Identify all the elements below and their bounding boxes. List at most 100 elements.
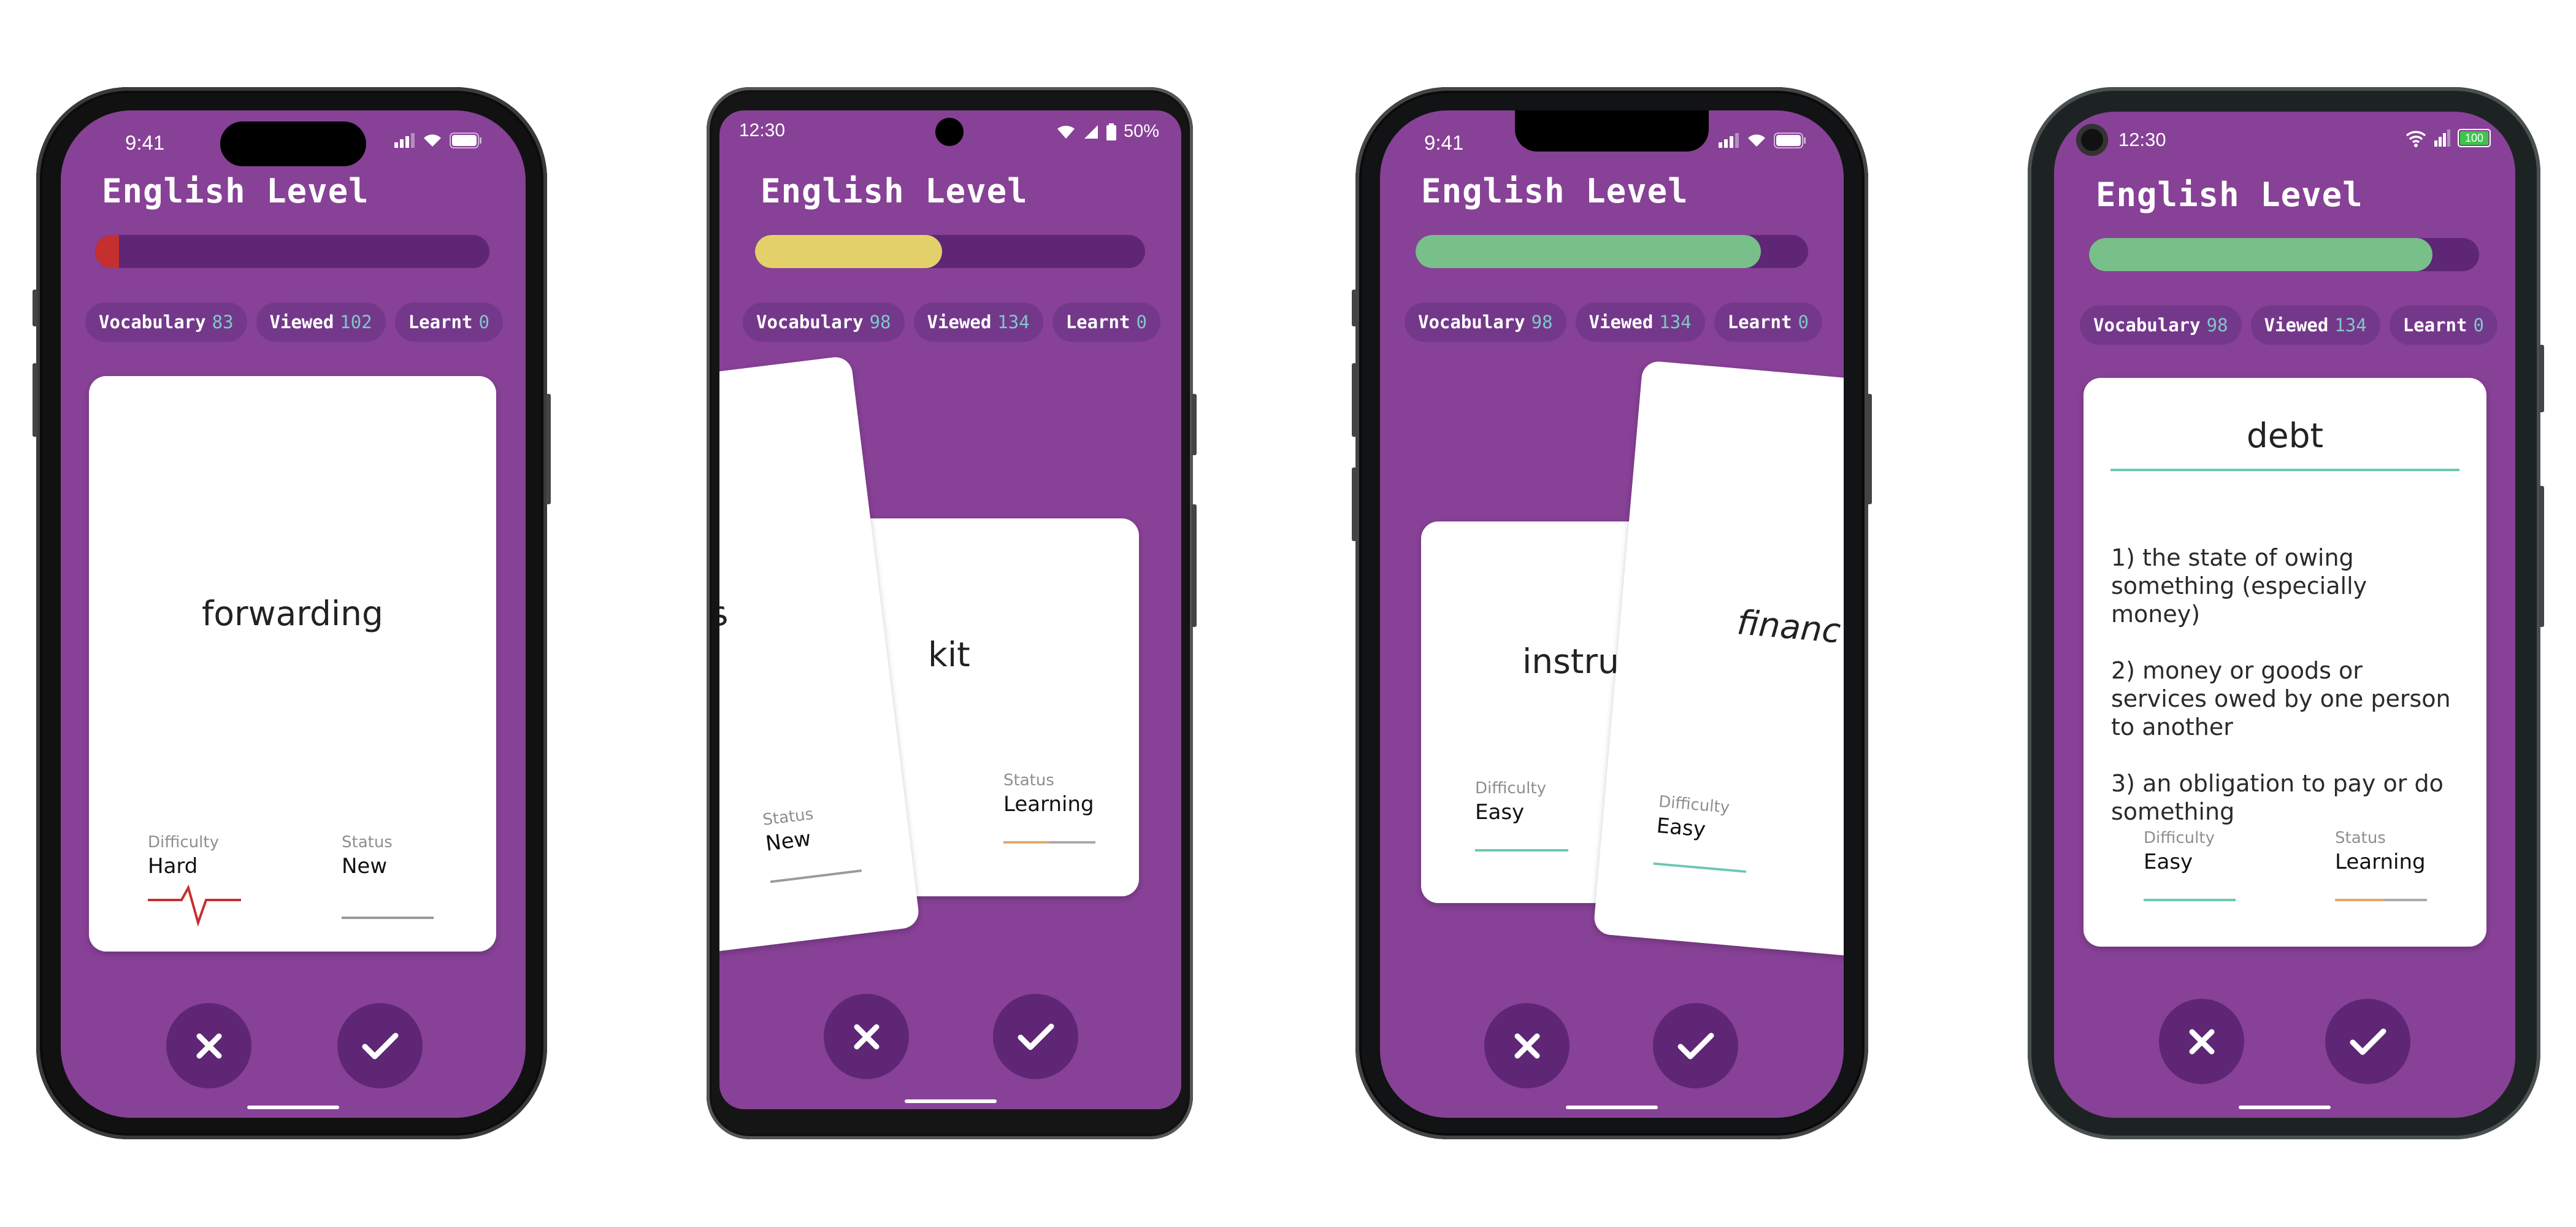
- card-word: debt: [2246, 416, 2324, 455]
- stat-chip-vocabulary[interactable]: Vocabulary 83: [85, 302, 247, 342]
- accept-button[interactable]: [337, 1003, 423, 1088]
- page-title: English Level: [761, 172, 1028, 210]
- wifi-icon: [424, 134, 441, 147]
- status-value: New: [342, 854, 388, 879]
- wifi-icon: [2405, 131, 2426, 147]
- progress-fill: [755, 235, 943, 268]
- home-indicator[interactable]: [1566, 1106, 1658, 1109]
- stat-value: 98: [869, 312, 891, 333]
- stat-label: Viewed: [927, 312, 992, 333]
- stats-row: Vocabulary 98 Viewed 134 Learnt 0: [2080, 306, 2497, 345]
- definition-item: 3) an obligation to pay or do something: [2111, 770, 2444, 825]
- signal-icon: [2434, 129, 2450, 147]
- stat-chip-vocabulary[interactable]: Vocabulary 98: [1405, 302, 1566, 342]
- status-value: Learning: [1003, 792, 1094, 817]
- level-progress-bar: [95, 235, 489, 268]
- status-section: Status New: [762, 800, 862, 884]
- status-time: 9:41: [1424, 131, 1464, 154]
- app-screen: 9:41 English Level Vocabulary 98 Viewed 13…: [1380, 110, 1844, 1118]
- stat-label: Viewed: [2264, 315, 2329, 336]
- app-screen: 12:30 50% English Level Vocabulary 98 Vie…: [719, 110, 1181, 1109]
- wifi-icon: [1057, 125, 1075, 139]
- x-icon: [196, 1033, 221, 1058]
- flashcard[interactable]: forwarding Difficulty Hard Status New: [89, 376, 496, 952]
- difficulty-easy-indicator: [1475, 849, 1568, 852]
- accept-button[interactable]: [2325, 999, 2410, 1084]
- status-learning-indicator: [2335, 899, 2427, 901]
- battery-icon: 100: [2457, 129, 2491, 147]
- difficulty-hard-pulse-icon: [148, 885, 241, 927]
- stat-value: 98: [2206, 315, 2228, 336]
- navigation-handle[interactable]: [904, 1099, 997, 1103]
- definition-item: 2) money or goods or services owed by on…: [2111, 657, 2451, 740]
- reject-button[interactable]: [166, 1003, 251, 1088]
- difficulty-label: Difficulty: [1475, 779, 1546, 798]
- wifi-icon: [1748, 134, 1765, 147]
- difficulty-value: Hard: [148, 854, 198, 879]
- side-button: [1192, 504, 1197, 627]
- status-label: Status: [2335, 829, 2386, 847]
- stat-label: Learnt: [2402, 315, 2467, 336]
- definitions-list: 1) the state of owing something (especia…: [2111, 544, 2462, 854]
- stat-chip-learnt[interactable]: Learnt 0: [1714, 302, 1822, 342]
- phone-mockup-android-2: 12:30 100 English Level Vocabulary 98 Vie…: [2028, 87, 2544, 1139]
- accept-button[interactable]: [993, 994, 1078, 1079]
- stat-chip-learnt[interactable]: Learnt 0: [1052, 302, 1160, 342]
- reject-button[interactable]: [824, 994, 909, 1079]
- app-screen: 12:30 100 English Level Vocabulary 98 Vie…: [2054, 112, 2515, 1118]
- phone-mockup-iphone-1: 9:41 English Level Vocabulary 83 Viewed 10…: [33, 87, 551, 1139]
- signal-icon: [1084, 125, 1098, 139]
- card-word: financ: [1735, 602, 1842, 651]
- phone-mockup-android-1: 12:30 50% English Level Vocabulary 98 Vie…: [707, 87, 1197, 1139]
- stat-chip-viewed[interactable]: Viewed 134: [1575, 302, 1705, 342]
- status-icons: [1719, 133, 1807, 148]
- battery-icon: [450, 133, 481, 148]
- check-icon: [362, 1033, 398, 1059]
- level-progress-bar: [2089, 238, 2479, 271]
- difficulty-value: Easy: [1475, 800, 1525, 825]
- navigation-handle[interactable]: [2239, 1106, 2331, 1109]
- stats-row: Vocabulary 98 Viewed 134 Learnt 0: [1405, 302, 1822, 342]
- stat-value: 0: [478, 312, 489, 333]
- stat-chip-viewed[interactable]: Viewed 102: [256, 302, 386, 342]
- level-progress-bar: [1416, 235, 1808, 268]
- signal-icon: [1719, 133, 1739, 148]
- x-icon: [854, 1024, 879, 1049]
- reject-button[interactable]: [1484, 1003, 1570, 1088]
- stats-row: Vocabulary 98 Viewed 134 Learnt 0: [743, 302, 1160, 342]
- difficulty-section: Difficulty Easy: [1653, 793, 1752, 874]
- difficulty-section: Difficulty Easy: [2144, 829, 2236, 902]
- progress-fill: [2089, 238, 2432, 271]
- definition-item: 1) the state of owing something (especia…: [2111, 544, 2367, 628]
- stat-chip-viewed[interactable]: Viewed 134: [2250, 306, 2380, 345]
- x-icon: [2189, 1029, 2214, 1054]
- stat-chip-viewed[interactable]: Viewed 134: [913, 302, 1043, 342]
- stat-label: Learnt: [408, 312, 473, 333]
- stat-chip-vocabulary[interactable]: Vocabulary 98: [2080, 306, 2242, 345]
- flashcard-front-swiping[interactable]: financ Difficulty Easy: [1593, 360, 1844, 969]
- camera-hole: [935, 118, 964, 146]
- stat-chip-learnt[interactable]: Learnt 0: [2389, 306, 2497, 345]
- signal-icon: [394, 133, 415, 148]
- stat-chip-vocabulary[interactable]: Vocabulary 98: [743, 302, 905, 342]
- reject-button[interactable]: [2159, 999, 2244, 1084]
- side-button: [1352, 467, 1357, 541]
- stat-label: Vocabulary: [2093, 315, 2201, 336]
- side-button: [1352, 290, 1357, 326]
- check-icon: [2350, 1028, 2386, 1055]
- stat-value: 134: [1659, 312, 1692, 333]
- home-indicator[interactable]: [247, 1106, 339, 1109]
- progress-fill: [95, 235, 119, 268]
- status-icons: 50%: [1056, 121, 1159, 142]
- stat-label: Learnt: [1727, 312, 1792, 333]
- accept-button[interactable]: [1653, 1003, 1738, 1088]
- stat-label: Vocabulary: [756, 312, 864, 333]
- flashcard-flipped[interactable]: debt 1) the state of owing something (es…: [2083, 378, 2486, 947]
- status-new-indicator: [342, 917, 434, 919]
- stat-label: Vocabulary: [1418, 312, 1525, 333]
- notch: [1515, 110, 1709, 152]
- difficulty-section: Difficulty Easy: [1475, 779, 1568, 853]
- stat-chip-learnt[interactable]: Learnt 0: [394, 302, 503, 342]
- difficulty-easy-indicator: [1653, 862, 1747, 873]
- side-button: [33, 363, 37, 437]
